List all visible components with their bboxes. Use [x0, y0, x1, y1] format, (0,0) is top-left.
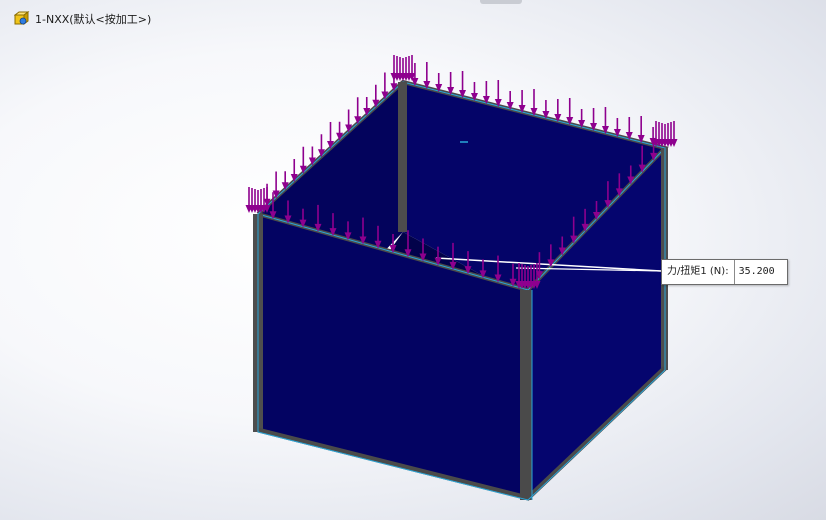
force-callout[interactable]: 力/扭矩1 (N): — [661, 259, 788, 285]
corner-post-back — [398, 82, 407, 232]
callout-label: 力/扭矩1 (N): — [662, 260, 735, 284]
force-value-input[interactable] — [734, 260, 787, 284]
corner-post-front — [520, 290, 532, 500]
graphics-viewport[interactable]: 1-NXX(默认<按加工>) 力/扭矩1 (N): 35.200 — [0, 0, 826, 520]
